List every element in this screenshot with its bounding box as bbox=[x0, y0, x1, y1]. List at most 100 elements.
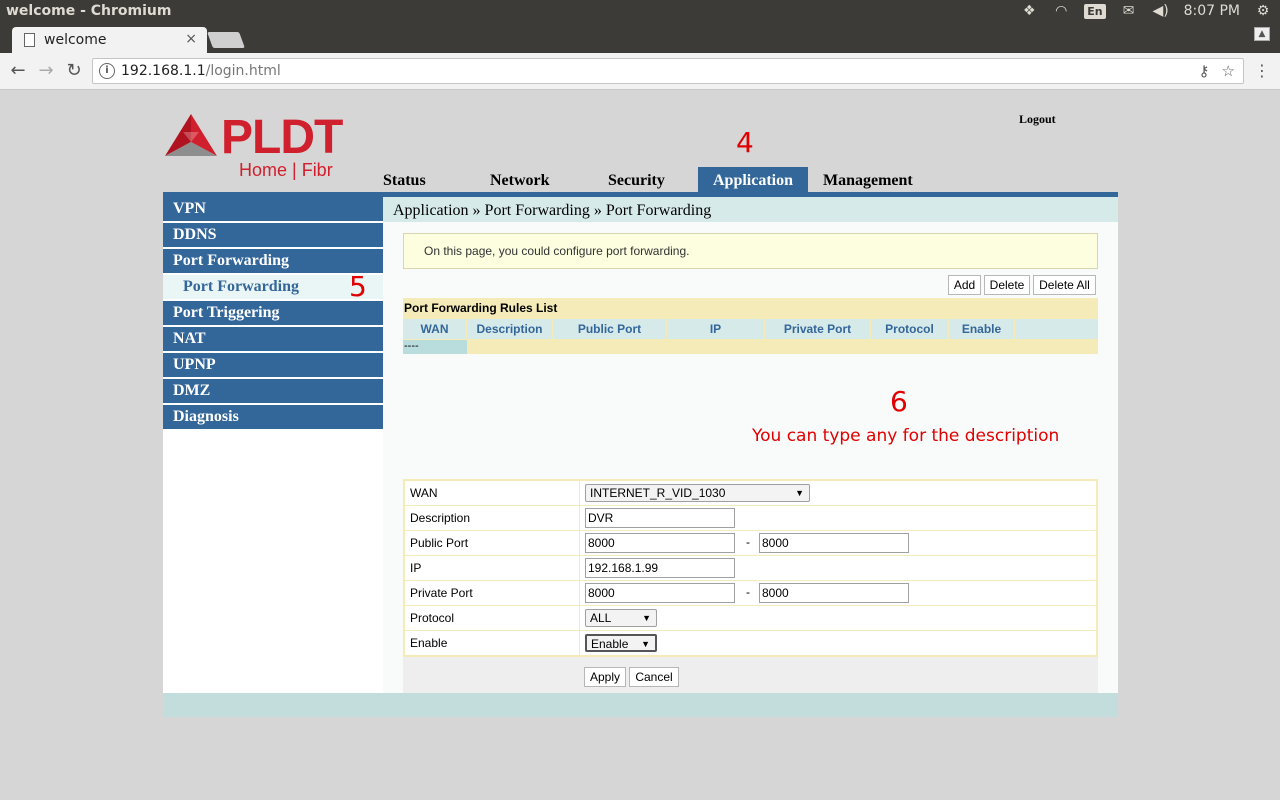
ip-input[interactable]: 192.168.1.99 bbox=[585, 558, 735, 578]
dropdown-arrow-icon: ▼ bbox=[642, 613, 651, 623]
description-input[interactable]: DVR bbox=[585, 508, 735, 528]
page-footer-bar bbox=[163, 693, 1118, 717]
logo-wordmark: PLDT bbox=[221, 111, 343, 164]
close-tab-icon[interactable]: × bbox=[185, 31, 197, 47]
dropdown-arrow-icon: ▼ bbox=[641, 639, 650, 649]
page-icon bbox=[24, 33, 35, 47]
protocol-selected-value: ALL bbox=[590, 611, 612, 625]
column-header-protocol: Protocol bbox=[871, 319, 949, 339]
wan-selected-value: INTERNET_R_VID_1030 bbox=[590, 486, 726, 500]
nav-status[interactable]: Status bbox=[383, 167, 426, 193]
private-port-label: Private Port bbox=[405, 581, 580, 605]
public-port-separator: - bbox=[746, 535, 750, 549]
cancel-button[interactable]: Cancel bbox=[629, 667, 679, 687]
key-icon[interactable]: ⚷ bbox=[1199, 62, 1210, 80]
url-path: /login.html bbox=[205, 63, 281, 79]
sidebar-item-dmz[interactable]: DMZ bbox=[163, 379, 383, 403]
private-port-start-input[interactable]: 8000 bbox=[585, 583, 735, 603]
private-port-end-input[interactable]: 8000 bbox=[759, 583, 909, 603]
dropdown-arrow-icon: ▼ bbox=[795, 488, 804, 498]
private-port-separator: - bbox=[746, 585, 750, 599]
pldt-logo: PLDT Home | Fibr bbox=[163, 110, 353, 180]
browser-toolbar: ← → ↻ i 192.168.1.1/login.html ⚷ ☆ ⋮ bbox=[0, 53, 1280, 90]
sidebar-item-vpn[interactable]: VPN bbox=[163, 197, 383, 221]
form-row-private-port: Private Port 8000 - 8000 bbox=[405, 581, 1096, 606]
form-row-description: Description DVR bbox=[405, 506, 1096, 531]
annotation-step-6: 6 bbox=[890, 385, 908, 418]
sidebar-item-upnp[interactable]: UPNP bbox=[163, 353, 383, 377]
breadcrumb: Application » Port Forwarding » Port For… bbox=[383, 197, 1118, 222]
form-row-enable: Enable Enable ▼ bbox=[405, 631, 1096, 656]
nav-management[interactable]: Management bbox=[823, 167, 913, 193]
reload-icon[interactable]: ↻ bbox=[64, 61, 84, 81]
ip-label: IP bbox=[405, 556, 580, 580]
description-label: Description bbox=[405, 506, 580, 530]
volume-icon[interactable]: ◀) bbox=[1152, 2, 1170, 20]
delete-all-button[interactable]: Delete All bbox=[1033, 275, 1096, 295]
back-arrow-icon[interactable]: ← bbox=[8, 61, 28, 81]
sidebar-item-nat[interactable]: NAT bbox=[163, 327, 383, 351]
new-tab-button[interactable] bbox=[207, 32, 245, 48]
protocol-label: Protocol bbox=[405, 606, 580, 630]
form-row-protocol: Protocol ALL ▼ bbox=[405, 606, 1096, 631]
logout-link[interactable]: Logout bbox=[1019, 112, 1056, 127]
url-host: 192.168.1.1 bbox=[121, 63, 206, 79]
form-row-ip: IP 192.168.1.99 bbox=[405, 556, 1096, 581]
nav-security[interactable]: Security bbox=[608, 167, 665, 193]
bookmark-star-icon[interactable]: ☆ bbox=[1222, 62, 1235, 80]
delete-button[interactable]: Delete bbox=[984, 275, 1030, 295]
os-top-bar: welcome - Chromium ❖ ◠ En ✉ ◀) 8:07 PM ⚙ bbox=[0, 0, 1280, 24]
info-icon[interactable]: i bbox=[99, 63, 115, 79]
tab-strip: welcome × ▲ bbox=[0, 24, 1280, 53]
sidebar-item-ddns[interactable]: DDNS bbox=[163, 223, 383, 247]
annotation-step-5: 5 bbox=[349, 270, 367, 303]
sidebar-item-port-triggering[interactable]: Port Triggering bbox=[163, 301, 383, 325]
dropbox-icon[interactable]: ❖ bbox=[1020, 2, 1038, 20]
forward-arrow-icon[interactable]: → bbox=[36, 61, 56, 81]
column-header-description: Description bbox=[467, 319, 553, 339]
address-bar[interactable]: i 192.168.1.1/login.html ⚷ ☆ bbox=[92, 58, 1244, 84]
annotation-description-hint: You can type any for the description bbox=[752, 426, 1060, 446]
form-row-public-port: Public Port 8000 - 8000 bbox=[405, 531, 1096, 556]
sidebar-item-diagnosis[interactable]: Diagnosis bbox=[163, 405, 383, 429]
router-page: PLDT Home | Fibr Logout 4 Status Network… bbox=[0, 90, 1280, 800]
tab-title: welcome bbox=[44, 32, 107, 48]
enable-selected-value: Enable bbox=[591, 637, 629, 651]
system-tray: ❖ ◠ En ✉ ◀) 8:07 PM ⚙ bbox=[1020, 2, 1272, 20]
clock[interactable]: 8:07 PM bbox=[1184, 3, 1240, 19]
nav-application[interactable]: Application bbox=[698, 167, 809, 193]
browser-menu-icon[interactable]: ⋮ bbox=[1254, 61, 1270, 80]
wan-label: WAN bbox=[405, 481, 580, 505]
public-port-end-input[interactable]: 8000 bbox=[759, 533, 909, 553]
settings-gear-icon[interactable]: ⚙ bbox=[1254, 2, 1272, 20]
mail-icon[interactable]: ✉ bbox=[1120, 2, 1138, 20]
protocol-select[interactable]: ALL ▼ bbox=[585, 609, 657, 627]
keyboard-layout-indicator[interactable]: En bbox=[1084, 3, 1106, 19]
page-info-box: On this page, you could configure port f… bbox=[403, 233, 1098, 269]
form-row-wan: WAN INTERNET_R_VID_1030 ▼ bbox=[405, 481, 1096, 506]
wifi-icon[interactable]: ◠ bbox=[1052, 2, 1070, 20]
browser-tab[interactable]: welcome × bbox=[12, 27, 207, 53]
annotation-step-4: 4 bbox=[736, 126, 754, 159]
column-header-ip: IP bbox=[667, 319, 765, 339]
port-forwarding-form: WAN INTERNET_R_VID_1030 ▼ Description DVR… bbox=[403, 479, 1098, 657]
form-footer: Apply Cancel bbox=[403, 657, 1098, 695]
public-port-label: Public Port bbox=[405, 531, 580, 555]
enable-select[interactable]: Enable ▼ bbox=[585, 634, 657, 652]
rules-list-title: Port Forwarding Rules List bbox=[404, 301, 558, 315]
public-port-start-input[interactable]: 8000 bbox=[585, 533, 735, 553]
column-header-wan: WAN bbox=[403, 319, 467, 339]
window-restore-icon[interactable]: ▲ bbox=[1254, 27, 1270, 41]
rules-list-table: Port Forwarding Rules List WAN Descripti… bbox=[403, 298, 1098, 354]
logo-subtitle: Home | Fibr bbox=[239, 160, 333, 180]
wan-select[interactable]: INTERNET_R_VID_1030 ▼ bbox=[585, 484, 810, 502]
column-header-private-port: Private Port bbox=[765, 319, 871, 339]
url-text[interactable]: 192.168.1.1/login.html bbox=[121, 63, 281, 79]
enable-label: Enable bbox=[405, 631, 580, 655]
column-header-enable: Enable bbox=[949, 319, 1015, 339]
column-header-public-port: Public Port bbox=[553, 319, 667, 339]
rules-empty-row: ---- bbox=[403, 340, 467, 354]
nav-network[interactable]: Network bbox=[490, 167, 550, 193]
add-button[interactable]: Add bbox=[948, 275, 981, 295]
apply-button[interactable]: Apply bbox=[584, 667, 626, 687]
